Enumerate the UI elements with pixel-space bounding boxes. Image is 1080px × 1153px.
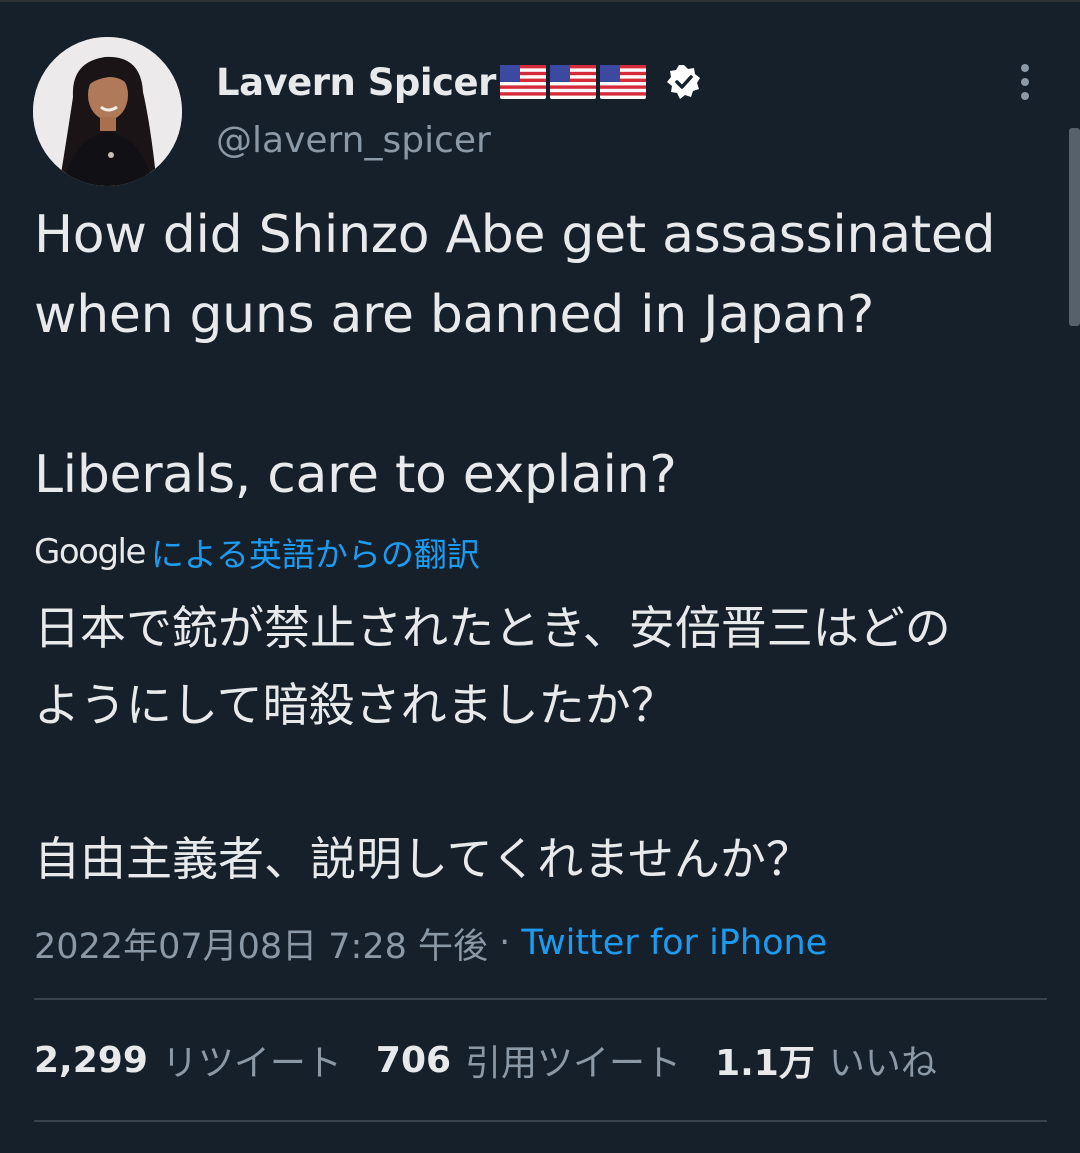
tweet-text-line: How did Shinzo Abe get assassinated — [34, 205, 996, 265]
tweet-meta: 2022年07月08日 7:28 午後 · Twitter for iPhone — [34, 915, 827, 971]
verified-badge-icon — [666, 65, 700, 99]
us-flag-icon — [599, 65, 646, 99]
translated-line: 日本で銃が禁止されたとき、安倍晋三はどの — [34, 601, 951, 655]
tweet-text: How did Shinzo Abe get assassinated when… — [34, 195, 1054, 515]
flag-group — [496, 65, 646, 99]
quote-label[interactable]: 引用ツイート — [465, 1034, 681, 1086]
divider — [34, 1120, 1047, 1122]
quote-count[interactable]: 706 — [376, 1040, 451, 1081]
google-logo: Google — [34, 532, 146, 572]
us-flag-icon — [549, 65, 596, 99]
scrollbar[interactable] — [1069, 128, 1080, 326]
tweet-text-line: when guns are banned in Japan? — [34, 285, 875, 345]
like-count[interactable]: 1.1万 — [715, 1034, 815, 1086]
top-border — [0, 0, 1080, 2]
retweet-count[interactable]: 2,299 — [34, 1040, 148, 1081]
more-options-icon[interactable] — [1010, 60, 1040, 104]
translation-link[interactable]: による英語からの翻訳 — [151, 528, 480, 576]
divider — [34, 998, 1047, 1000]
avatar[interactable] — [33, 37, 182, 186]
translation-attribution: Google による英語からの翻訳 — [34, 527, 480, 577]
meta-separator: · — [488, 923, 522, 963]
source-link[interactable]: Twitter for iPhone — [521, 923, 827, 963]
retweet-label[interactable]: リツイート — [162, 1034, 342, 1086]
translated-line: ようにして暗殺されましたか？ — [34, 678, 677, 732]
author-name-row: Lavern Spicer — [216, 58, 702, 106]
author-display-name[interactable]: Lavern Spicer — [216, 61, 496, 104]
tweet-text-line: Liberals, care to explain? — [34, 445, 677, 505]
translated-line: 自由主義者、説明してくれませんか？ — [34, 832, 812, 886]
translated-text: 日本で銃が禁止されたとき、安倍晋三はどの ようにして暗殺されましたか？ 自由主義… — [34, 590, 1054, 898]
timestamp[interactable]: 2022年07月08日 7:28 午後 — [34, 918, 488, 969]
like-label[interactable]: いいね — [829, 1034, 937, 1086]
avatar-image — [33, 37, 182, 186]
engagement-stats: 2,299 リツイート 706 引用ツイート 1.1万 いいね — [34, 1030, 971, 1090]
us-flag-icon — [499, 65, 546, 99]
author-handle[interactable]: @lavern_spicer — [216, 120, 491, 161]
